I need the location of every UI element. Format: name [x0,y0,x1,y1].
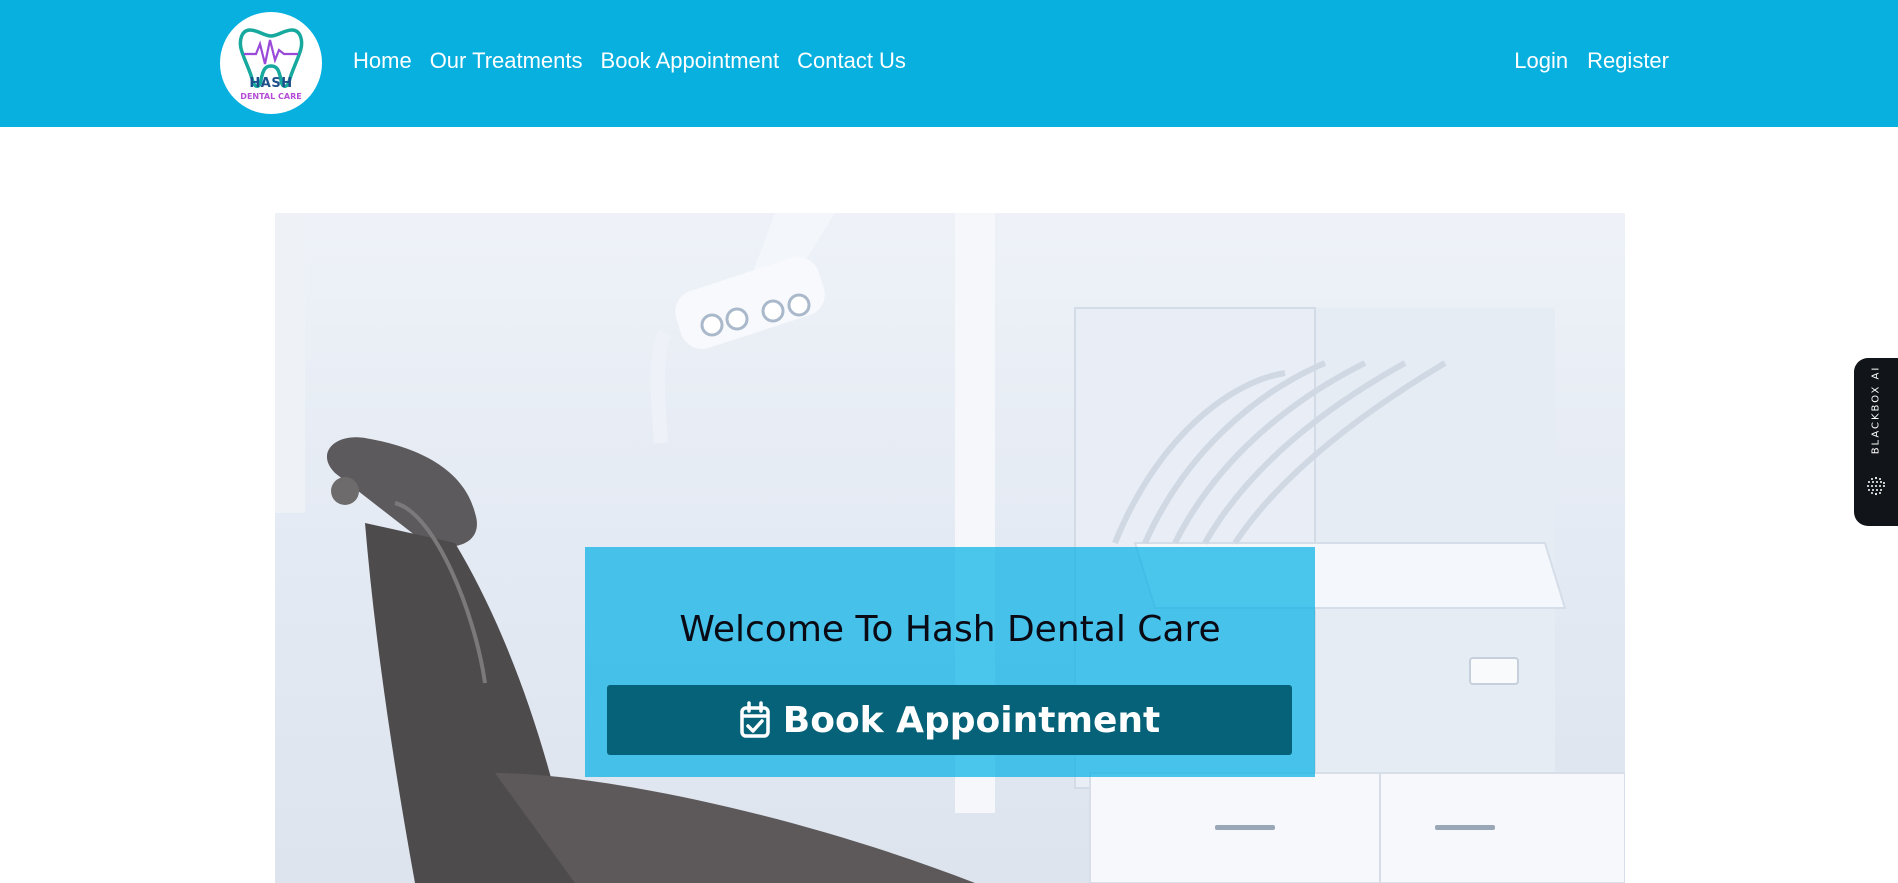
primary-nav: Home Our Treatments Book Appointment Con… [353,47,924,75]
welcome-panel: Welcome To Hash Dental Care Book Appoint… [585,547,1315,777]
hero-title: Welcome To Hash Dental Care [679,609,1221,650]
nav-contact-link[interactable]: Contact Us [797,47,906,75]
nav-treatments-link[interactable]: Our Treatments [430,47,583,75]
book-appointment-button[interactable]: Book Appointment [607,685,1292,755]
nav-book-appointment-link[interactable]: Book Appointment [601,47,780,75]
login-link[interactable]: Login [1514,47,1568,75]
calendar-check-icon [740,701,770,738]
logo-title: HASH [249,76,293,91]
brand-logo[interactable]: HASH DENTAL CARE [220,12,322,114]
blackbox-ai-widget[interactable]: BLACKBOX AI [1854,358,1898,526]
register-link[interactable]: Register [1587,47,1669,75]
account-nav: Login Register [1495,47,1669,75]
dotted-sphere-icon [1867,476,1885,496]
blackbox-label: BLACKBOX AI [1870,365,1882,455]
nav-home-link[interactable]: Home [353,47,412,75]
logo-subtitle: DENTAL CARE [240,92,302,101]
navbar: HASH DENTAL CARE Home Our Treatments Boo… [0,0,1898,127]
book-appointment-label: Book Appointment [782,699,1161,741]
